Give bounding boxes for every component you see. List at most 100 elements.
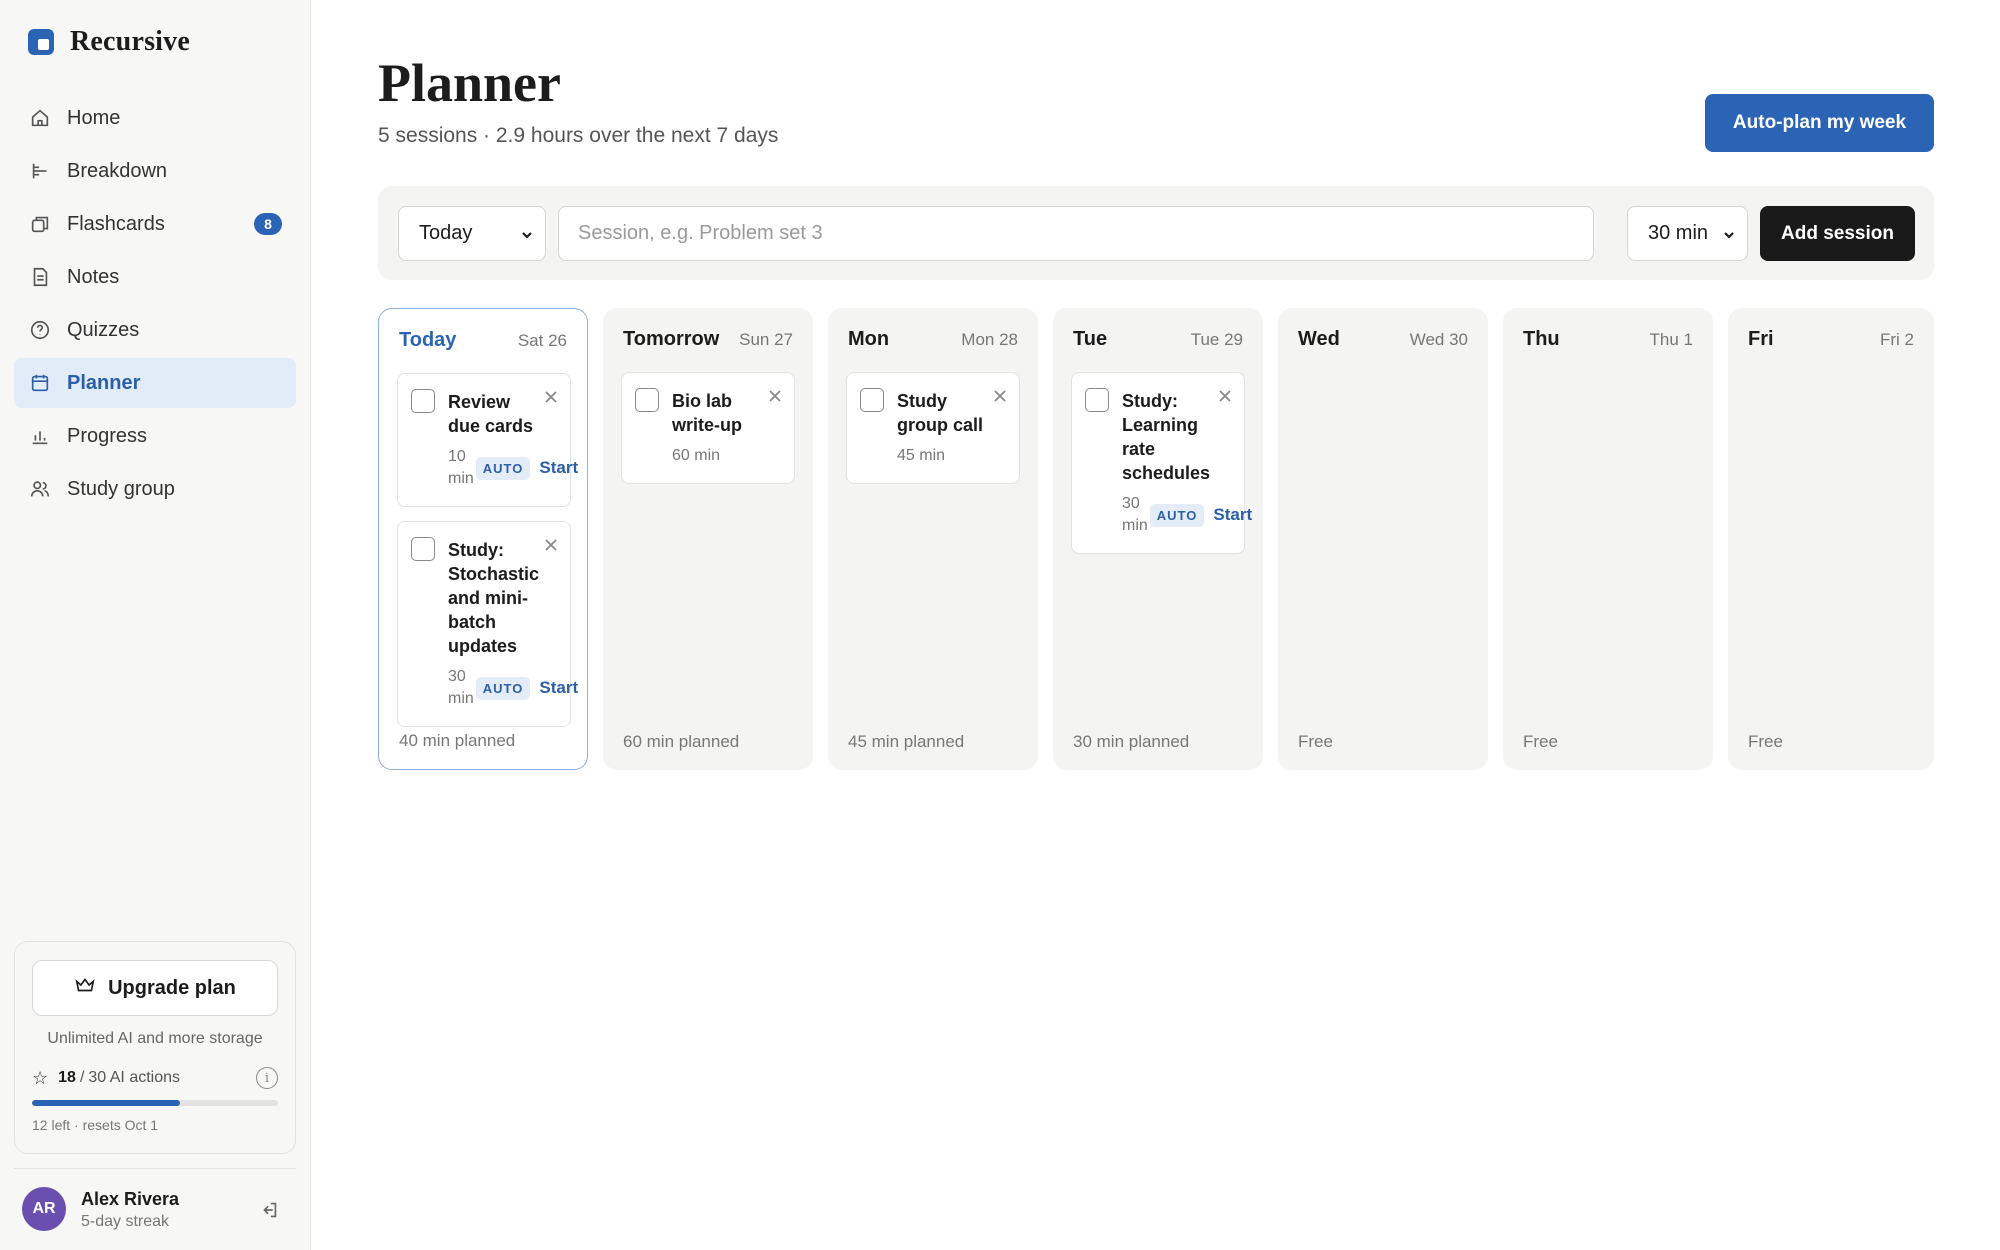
day-date: Sat 26 [517,331,567,350]
day-column: Thu Thu 1 Free [1503,308,1713,770]
chevron-down-icon [1721,226,1737,242]
sidebar-nav: Home Breakdown Flashcards 8 Notes Quizze… [14,93,296,517]
sidebar-item-notes[interactable]: Notes [14,252,296,302]
day-planned-total: 45 min planned [848,732,965,751]
session-list: Study group call 45 min [846,372,1020,498]
start-session-link[interactable]: Start [539,678,578,698]
ai-reset-note: 12 left · resets Oct 1 [32,1117,159,1133]
session-checkbox[interactable] [1085,388,1109,412]
notes-icon [29,266,51,288]
session-title: Bio lab write-up [672,391,742,435]
day-name: Mon [848,328,890,350]
sidebar-item-label: Progress [67,424,148,447]
users-icon [29,478,51,500]
session-title: Study group call [897,391,984,435]
sidebar-item-progress[interactable]: Progress [14,411,296,461]
ai-usage-bar [32,1100,278,1106]
session-card: Study: Stochastic and mini-batch updates… [397,521,578,727]
sidebar-item-breakdown[interactable]: Breakdown [14,146,296,196]
session-duration: 45 min [897,447,946,464]
bar-chart-icon [29,425,51,447]
user-profile[interactable]: AR Alex Rivera 5-day streak [14,1168,296,1250]
session-meta: 60 min [672,445,794,467]
day-select[interactable]: Today [398,206,546,261]
sidebar-item-planner[interactable]: Planner [14,358,296,408]
add-session-button[interactable]: Add session [1760,206,1915,261]
session-title: Study: Stochastic and mini-batch updates [448,540,540,656]
session-card: Review due cards 10 min AUTO Start [397,373,578,507]
day-name: Today [399,329,457,351]
crown-icon [74,974,96,1002]
chevron-down-icon [519,226,535,242]
calendar-icon [29,372,51,394]
star-icon: ☆ [32,1067,49,1088]
session-checkbox[interactable] [411,537,435,561]
day-date: Sun 27 [739,330,793,349]
ai-usage-bar-fill [32,1100,180,1106]
session-card: Study group call 45 min [846,372,1020,484]
start-session-link[interactable]: Start [539,458,578,478]
day-select-value: Today [419,222,473,244]
close-icon[interactable] [544,538,558,552]
sidebar-item-label: Home [67,106,121,129]
day-date: Fri 2 [1880,330,1914,349]
session-duration: 30 min [1122,495,1148,534]
day-name: Fri [1748,328,1774,350]
upgrade-plan-button[interactable]: Upgrade plan [32,960,278,1016]
session-meta: 30 min AUTO Start [448,666,578,710]
day-planned-total: Free [1748,732,1783,751]
session-checkbox[interactable] [411,389,435,413]
logo-icon [28,29,54,55]
day-planned-total: 30 min planned [1073,732,1190,751]
sidebar-item-study-group[interactable]: Study group [14,464,296,514]
day-column: Today Sat 26 Review due cards 10 min AUTO Sta… [378,308,588,770]
day-name: Tue [1073,328,1108,350]
auto-plan-button[interactable]: Auto-plan my week [1705,94,1934,152]
start-session-link[interactable]: Start [1213,505,1252,525]
day-date: Mon 28 [961,330,1018,349]
close-icon[interactable] [544,390,558,404]
close-icon[interactable] [768,389,782,403]
day-name: Wed [1298,328,1340,350]
close-icon[interactable] [993,389,1007,403]
sidebar-item-flashcards[interactable]: Flashcards 8 [14,199,296,249]
session-checkbox[interactable] [635,388,659,412]
day-name: Thu [1523,328,1560,350]
day-date: Tue 29 [1190,330,1243,349]
session-list: Review due cards 10 min AUTO Start Study: St… [397,373,578,741]
session-input[interactable] [558,206,1594,261]
upgrade-panel: Upgrade plan Unlimited AI and more stora… [14,941,296,1154]
auto-badge: AUTO [1149,503,1205,527]
duration-select[interactable]: 30 min [1627,206,1748,261]
day-column: Wed Wed 30 Free [1278,308,1488,770]
session-duration: 60 min [672,447,721,464]
sidebar-item-label: Quizzes [67,318,140,341]
flashcards-count-badge: 8 [254,213,282,235]
session-checkbox[interactable] [860,388,884,412]
day-column: Fri Fri 2 Free [1728,308,1934,770]
info-icon[interactable]: i [256,1067,278,1089]
user-streak: 5-day streak [81,1213,170,1230]
session-meta: 30 min AUTO Start [1122,493,1252,537]
week-planner: Today Sat 26 Review due cards 10 min AUTO Sta… [378,308,1934,770]
brand[interactable]: Recursive [28,26,190,58]
day-column: Mon Mon 28 Study group call 45 min 45 min pl… [828,308,1038,770]
logout-icon[interactable] [258,1199,280,1221]
sidebar: Recursive Home Breakdown Flashcards 8 No… [0,0,311,1250]
sidebar-item-label: Flashcards [67,212,165,235]
quiz-icon [29,319,51,341]
session-title: Study: Learning rate schedules [1122,391,1211,483]
add-session-bar: Today 30 min Add session [378,186,1934,280]
close-icon[interactable] [1218,389,1232,403]
sidebar-item-home[interactable]: Home [14,93,296,143]
auto-badge: AUTO [475,676,531,700]
home-icon [29,107,51,129]
day-name: Tomorrow [623,328,720,350]
ai-used-count: 18 [58,1069,76,1086]
sidebar-item-quizzes[interactable]: Quizzes [14,305,296,355]
sidebar-item-label: Study group [67,477,175,500]
session-duration: 30 min [448,668,474,707]
day-planned-total: 40 min planned [399,731,516,750]
session-meta: 10 min AUTO Start [448,446,578,490]
upgrade-plan-label: Upgrade plan [108,976,236,999]
